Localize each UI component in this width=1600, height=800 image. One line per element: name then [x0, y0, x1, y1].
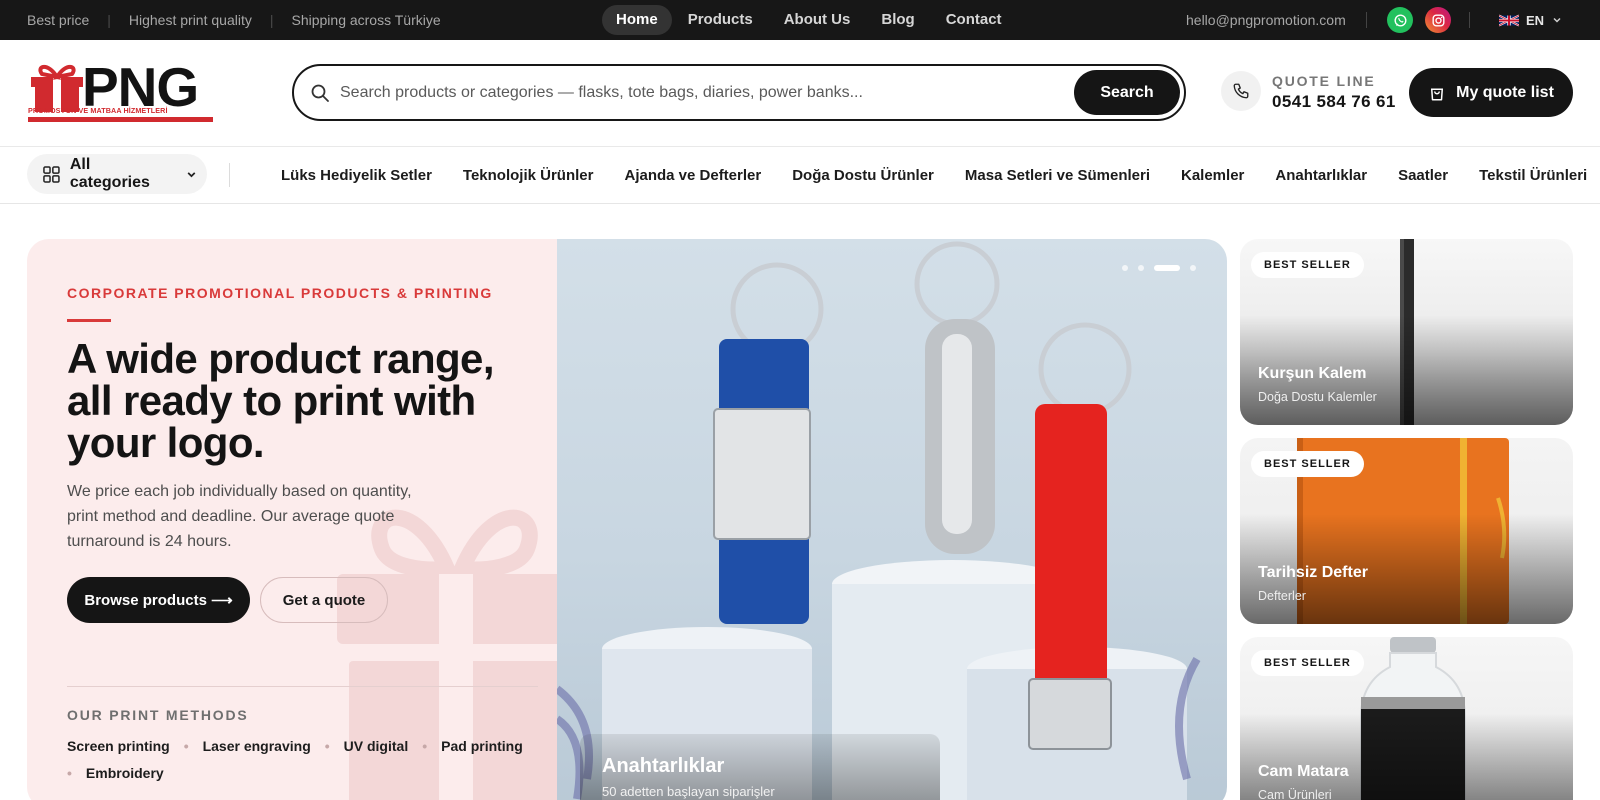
print-method: Laser engraving — [202, 738, 311, 754]
search-bar: Search — [292, 64, 1186, 121]
all-categories-label: All categories — [69, 156, 150, 191]
bullet-separator: • — [183, 738, 189, 754]
hero-eyebrow: CORPORATE PROMOTIONAL PRODUCTS & PRINTIN… — [67, 285, 493, 301]
quote-line-label: QUOTE LINE — [1272, 73, 1376, 89]
get-quote-button[interactable]: Get a quote — [260, 577, 388, 623]
all-categories-button[interactable]: All categories — [27, 154, 207, 194]
divider: | — [269, 12, 274, 28]
product-card-notebook[interactable]: BEST SELLER Tarihsiz Defter Defterler — [1240, 438, 1573, 624]
highlight-shipping: Shipping across Türkiye — [291, 12, 441, 28]
quote-list-label: My quote list — [1456, 83, 1554, 101]
category-link[interactable]: Tekstil Ürünleri — [1479, 167, 1587, 184]
card-title: Cam Matara — [1258, 763, 1349, 780]
highlight-print-quality: Highest print quality — [128, 12, 252, 28]
main-nav: Home Products About Us Blog Contact — [602, 5, 1018, 35]
best-seller-badge: BEST SELLER — [1251, 451, 1364, 477]
hero-intro: CORPORATE PROMOTIONAL PRODUCTS & PRINTIN… — [27, 239, 557, 800]
product-card-pencil[interactable]: BEST SELLER Kurşun Kalem Doğa Dostu Kale… — [1240, 239, 1573, 425]
instagram-icon[interactable] — [1425, 7, 1451, 33]
logo-underline — [28, 117, 213, 122]
grid-icon — [43, 165, 60, 183]
print-methods-title: OUR PRINT METHODS — [67, 707, 249, 723]
highlight-best-price: Best price — [27, 12, 90, 28]
card-title: Tarihsiz Defter — [1258, 564, 1368, 581]
quote-line[interactable]: QUOTE LINE 0541 584 76 61 — [1272, 73, 1396, 112]
hero-slider[interactable]: Anahtarlıklar 50 adetten başlayan sipari… — [557, 239, 1227, 800]
divider — [1366, 12, 1367, 28]
nav-home[interactable]: Home — [602, 5, 672, 35]
print-method: UV digital — [343, 738, 409, 754]
category-links: Lüks Hediyelik Setler Teknolojik Ürünler… — [281, 147, 1587, 204]
hero-headline: A wide product range, all ready to print… — [67, 335, 494, 466]
divider — [1469, 12, 1470, 28]
chevron-down-icon — [1553, 17, 1561, 23]
best-seller-badge: BEST SELLER — [1251, 650, 1364, 676]
card-subtitle: Cam Ürünleri — [1258, 788, 1332, 800]
card-subtitle: Doğa Dostu Kalemler — [1258, 390, 1377, 404]
product-card-flask[interactable]: BEST SELLER Cam Matara Cam Ürünleri — [1240, 637, 1573, 800]
chevron-down-icon — [187, 171, 196, 177]
nav-blog[interactable]: Blog — [866, 5, 929, 35]
phone-icon[interactable] — [1221, 71, 1261, 111]
site-header: PNG PROMOSYON VE MATBAA HİZMETLERİ Searc… — [0, 40, 1600, 147]
contact-email[interactable]: hello@pngpromotion.com — [1186, 0, 1346, 40]
divider — [67, 686, 538, 687]
slider-dots — [1122, 265, 1206, 271]
slider-dot[interactable] — [1138, 265, 1144, 271]
nav-products[interactable]: Products — [673, 5, 768, 35]
divider: | — [107, 12, 111, 28]
slide-subtitle: 50 adetten başlayan siparişler — [602, 784, 775, 799]
nav-contact[interactable]: Contact — [931, 5, 1017, 35]
category-link[interactable]: Ajanda ve Defterler — [624, 167, 761, 184]
language-code: EN — [1526, 12, 1545, 28]
bullet-separator: • — [67, 765, 72, 781]
highlights: Best price | Highest print quality | Shi… — [27, 0, 441, 40]
slider-dot[interactable] — [1122, 265, 1128, 271]
whatsapp-icon[interactable] — [1387, 7, 1413, 33]
bullet-separator: • — [324, 738, 330, 754]
top-bar: Best price | Highest print quality | Shi… — [0, 0, 1600, 40]
logo-subtitle: PROMOSYON VE MATBAA HİZMETLERİ — [28, 106, 168, 115]
category-link[interactable]: Doğa Dostu Ürünler — [792, 167, 934, 184]
card-shade — [1240, 713, 1573, 800]
shopping-bag-icon — [1431, 88, 1444, 100]
print-method: Screen printing — [67, 738, 170, 754]
best-seller-badge: BEST SELLER — [1251, 252, 1364, 278]
search-input[interactable] — [340, 79, 1060, 106]
divider — [229, 163, 230, 187]
slider-dot-active[interactable] — [1154, 265, 1180, 271]
uk-flag-icon — [1499, 14, 1519, 26]
category-link[interactable]: Masa Setleri ve Sümenleri — [965, 167, 1150, 184]
print-method: Embroidery — [85, 765, 164, 781]
category-link[interactable]: Teknolojik Ürünler — [463, 167, 594, 184]
card-title: Kurşun Kalem — [1258, 365, 1367, 382]
browse-products-button[interactable]: Browse products ⟶ — [67, 577, 250, 623]
category-link[interactable]: Saatler — [1398, 167, 1448, 184]
quote-list-button[interactable]: My quote list — [1409, 68, 1573, 117]
search-icon — [311, 84, 329, 102]
keychain-product-image — [557, 241, 1201, 800]
slide-title: Anahtarlıklar — [602, 755, 725, 777]
bullet-separator: • — [422, 738, 428, 754]
card-subtitle: Defterler — [1258, 589, 1306, 603]
print-methods-list: Screen printing • Laser engraving • UV d… — [67, 733, 547, 787]
hero-description: We price each job individually based on … — [67, 483, 412, 550]
print-method: Pad printing — [441, 738, 523, 754]
category-link[interactable]: Lüks Hediyelik Setler — [281, 167, 432, 184]
search-button[interactable]: Search — [1074, 70, 1180, 115]
category-link[interactable]: Anahtarlıklar — [1275, 167, 1367, 184]
category-nav: All categories Lüks Hediyelik Setler Tek… — [0, 147, 1600, 204]
nav-about-us[interactable]: About Us — [769, 5, 866, 35]
logo[interactable]: PNG PROMOSYON VE MATBAA HİZMETLERİ — [28, 57, 213, 126]
slider-dot[interactable] — [1190, 265, 1196, 271]
eyebrow-accent-line — [67, 319, 111, 322]
language-selector[interactable]: EN — [1499, 0, 1562, 40]
hero-banner: CORPORATE PROMOTIONAL PRODUCTS & PRINTIN… — [27, 239, 1227, 800]
quote-line-number: 0541 584 76 61 — [1272, 92, 1396, 111]
category-link[interactable]: Kalemler — [1181, 167, 1244, 184]
